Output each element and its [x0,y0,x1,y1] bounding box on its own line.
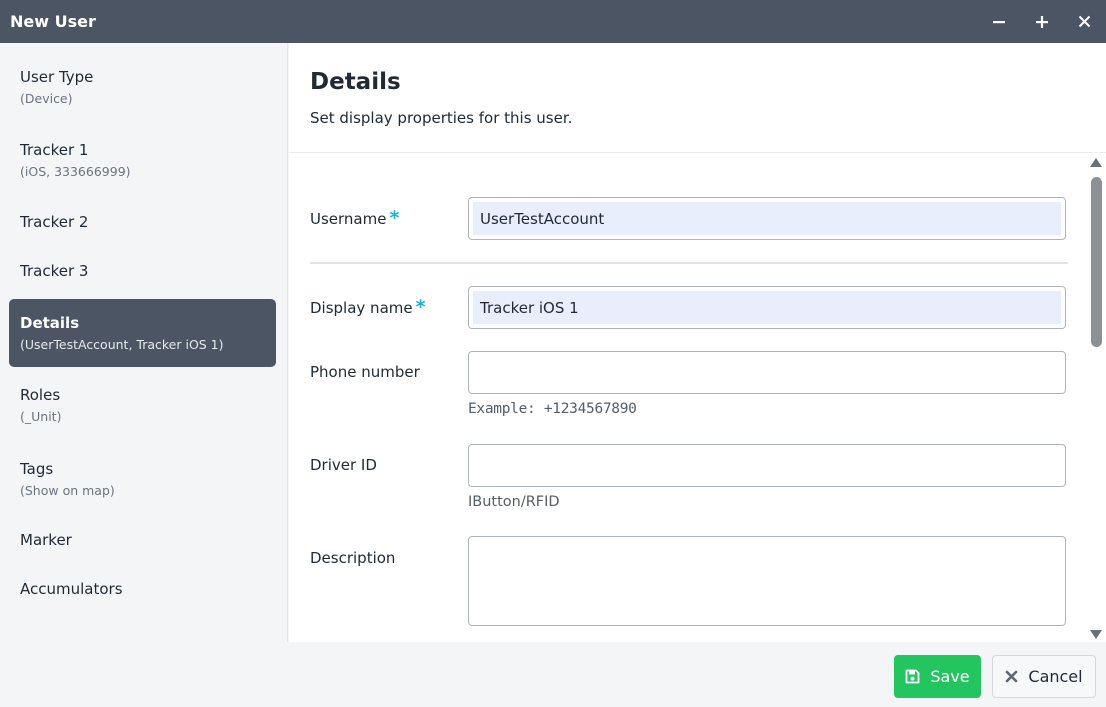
display-name-value[interactable]: Tracker iOS 1 [473,291,1061,324]
page-title: Details [310,69,401,95]
username-field[interactable]: UserTestAccount [468,197,1066,240]
plus-icon [1035,15,1048,28]
sidebar-item-label: Tracker 1 [20,140,89,159]
sidebar-item-sublabel: (iOS, 333666999) [20,163,131,179]
sidebar-item-details[interactable]: Details (UserTestAccount, Tracker iOS 1) [9,299,276,367]
sidebar-item-label: Details [20,313,80,332]
save-button[interactable]: Save [894,655,981,698]
save-button-label: Save [930,667,970,686]
dialog-footer: Save Cancel [0,642,1106,707]
description-label: Description [310,549,396,567]
phone-number-value[interactable] [473,356,1061,389]
sidebar-item-tags[interactable]: Tags (Show on map) [9,447,276,511]
minus-icon [992,20,1005,23]
details-panel: Details Set display properties for this … [289,43,1106,642]
page-description: Set display properties for this user. [310,109,573,127]
username-label: Username * [310,207,399,229]
maximize-button[interactable] [1020,0,1063,43]
sidebar-item-sublabel: (_Unit) [20,408,62,424]
sidebar-item-tracker-3[interactable]: Tracker 3 [9,251,276,291]
phone-number-hint: Example: +1234567890 [468,401,637,417]
driver-id-field[interactable] [468,444,1066,487]
cancel-button-label: Cancel [1028,667,1083,686]
section-divider [310,262,1068,264]
sidebar-item-label: Tracker 3 [20,262,89,280]
sidebar-item-user-type[interactable]: User Type (Device) [9,55,276,119]
required-marker: * [415,296,426,318]
close-icon [1078,15,1091,28]
display-name-label-text: Display name [310,299,413,317]
phone-number-label: Phone number [310,363,420,381]
sidebar-item-sublabel: (Show on map) [20,482,115,498]
floppy-disk-icon [905,669,920,684]
panel-scrollbar[interactable] [1087,155,1106,642]
required-marker: * [389,207,400,229]
minimize-button[interactable] [977,0,1020,43]
description-textarea[interactable] [468,536,1066,626]
sidebar: User Type (Device) Tracker 1 (iOS, 33366… [0,43,288,642]
panel-header: Details Set display properties for this … [289,43,1106,153]
description-value[interactable] [473,541,1061,621]
sidebar-item-sublabel: (Device) [20,90,73,106]
sidebar-item-label: Tags [20,459,54,478]
cancel-button[interactable]: Cancel [992,655,1096,698]
username-value[interactable]: UserTestAccount [473,202,1061,235]
x-icon [1005,670,1018,683]
sidebar-item-tracker-1[interactable]: Tracker 1 (iOS, 333666999) [9,128,276,192]
sidebar-item-accumulators[interactable]: Accumulators [9,569,276,609]
sidebar-item-marker[interactable]: Marker [9,520,276,560]
scroll-down-arrow-icon[interactable] [1090,630,1102,639]
driver-id-hint: IButton/RFID [468,494,560,510]
sidebar-item-label: User Type [20,67,94,86]
window-titlebar: New User [0,0,1106,43]
display-name-label: Display name * [310,296,426,318]
sidebar-item-label: Roles [20,385,61,404]
sidebar-item-roles[interactable]: Roles (_Unit) [9,373,276,437]
close-button[interactable] [1063,0,1106,43]
sidebar-item-label: Marker [20,531,72,549]
driver-id-value[interactable] [473,449,1061,482]
driver-id-label: Driver ID [310,456,377,474]
sidebar-item-label: Accumulators [20,580,123,598]
sidebar-item-tracker-2[interactable]: Tracker 2 [9,202,276,242]
window-title: New User [10,12,96,31]
display-name-field[interactable]: Tracker iOS 1 [468,286,1066,329]
sidebar-item-label: Tracker 2 [20,213,89,231]
username-label-text: Username [310,210,387,228]
scroll-up-arrow-icon[interactable] [1090,158,1102,167]
sidebar-item-sublabel: (UserTestAccount, Tracker iOS 1) [20,336,224,352]
phone-number-field[interactable] [468,351,1066,394]
scroll-thumb[interactable] [1091,177,1102,347]
